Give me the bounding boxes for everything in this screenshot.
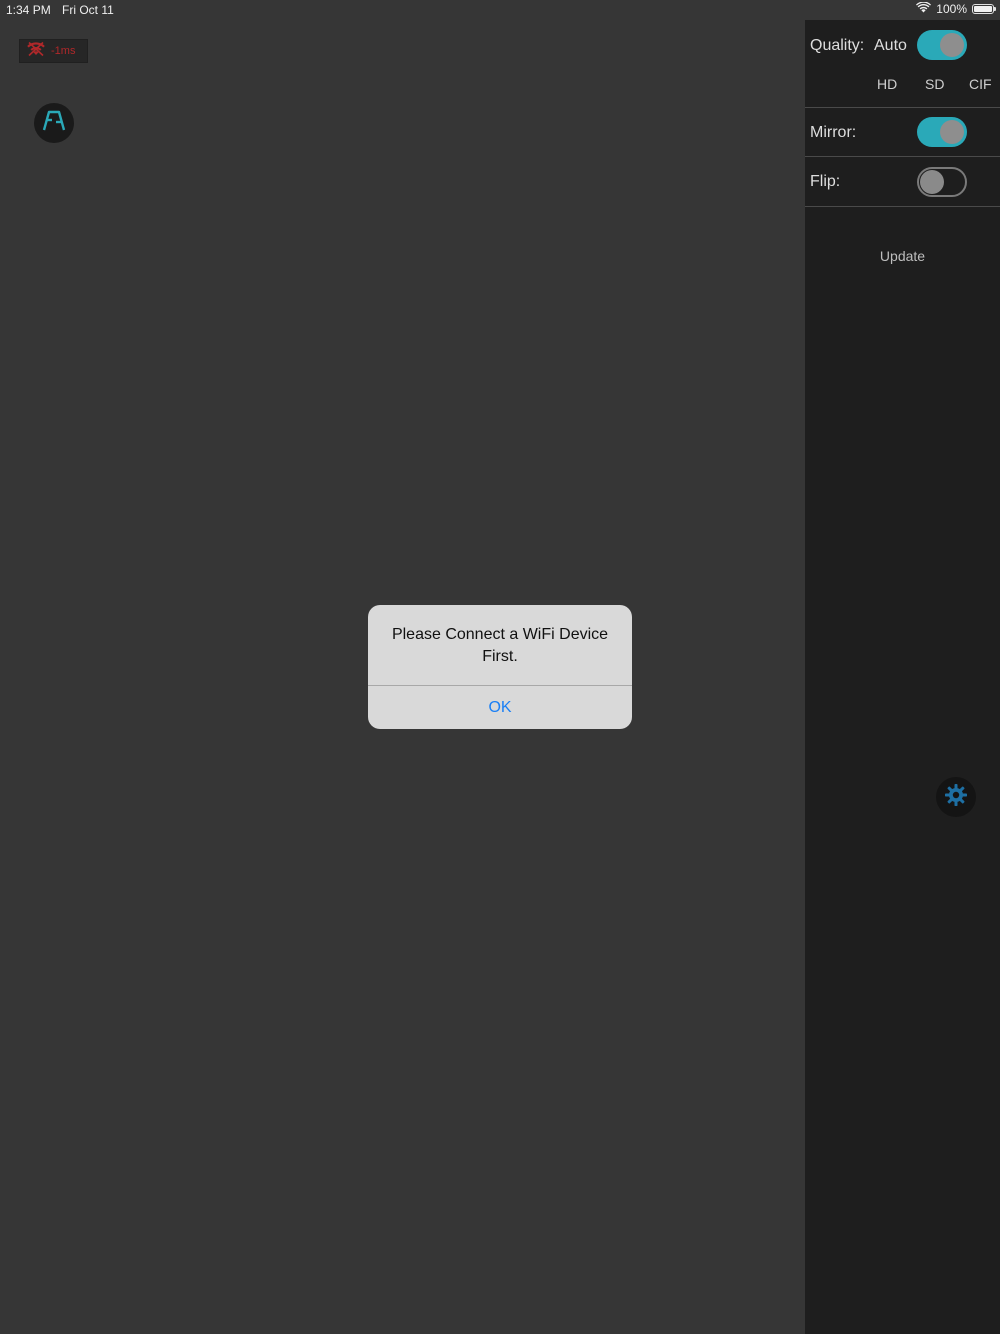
latency-value: -1ms [51,45,76,57]
mirror-row: Mirror: [805,108,1000,156]
quality-option-hd[interactable]: HD [877,76,897,92]
status-right: 100% [916,1,996,16]
fa-logo-icon [41,110,67,137]
divider [805,206,1000,207]
alert-dialog: Please Connect a WiFi Device First. OK [368,605,632,729]
flip-toggle[interactable] [917,167,967,197]
quality-row: Quality: Auto HD SD CIF [805,20,1000,108]
ok-button[interactable]: OK [368,686,632,729]
quality-label: Quality: [810,37,865,54]
quality-option-sd[interactable]: SD [925,76,944,92]
quality-value: Auto [874,37,907,54]
logo-button[interactable] [34,103,74,143]
toggle-knob [940,120,964,144]
update-button[interactable]: Update [805,248,1000,264]
settings-panel: Quality: Auto HD SD CIF Mirror: Flip: Up… [805,20,1000,1334]
flip-label: Flip: [810,173,841,190]
quality-option-cif[interactable]: CIF [969,76,992,92]
toggle-knob [920,170,944,194]
settings-button[interactable] [936,777,976,817]
gear-icon [944,783,968,812]
battery-percent: 100% [936,2,967,16]
mirror-toggle[interactable] [917,117,967,147]
alert-message: Please Connect a WiFi Device First. [391,626,609,665]
status-time: 1:34 PM [6,3,51,17]
latency-badge: -1ms [19,39,88,63]
mirror-label: Mirror: [810,124,857,141]
battery-icon [972,4,996,14]
no-wifi-signal-icon [25,41,47,62]
quality-auto-toggle[interactable] [917,30,967,60]
flip-row: Flip: [805,157,1000,206]
status-date: Fri Oct 11 [62,3,114,17]
wifi-icon [916,1,932,16]
status-bar: 1:34 PM Fri Oct 11 100% [0,0,1000,20]
toggle-knob [940,33,964,57]
